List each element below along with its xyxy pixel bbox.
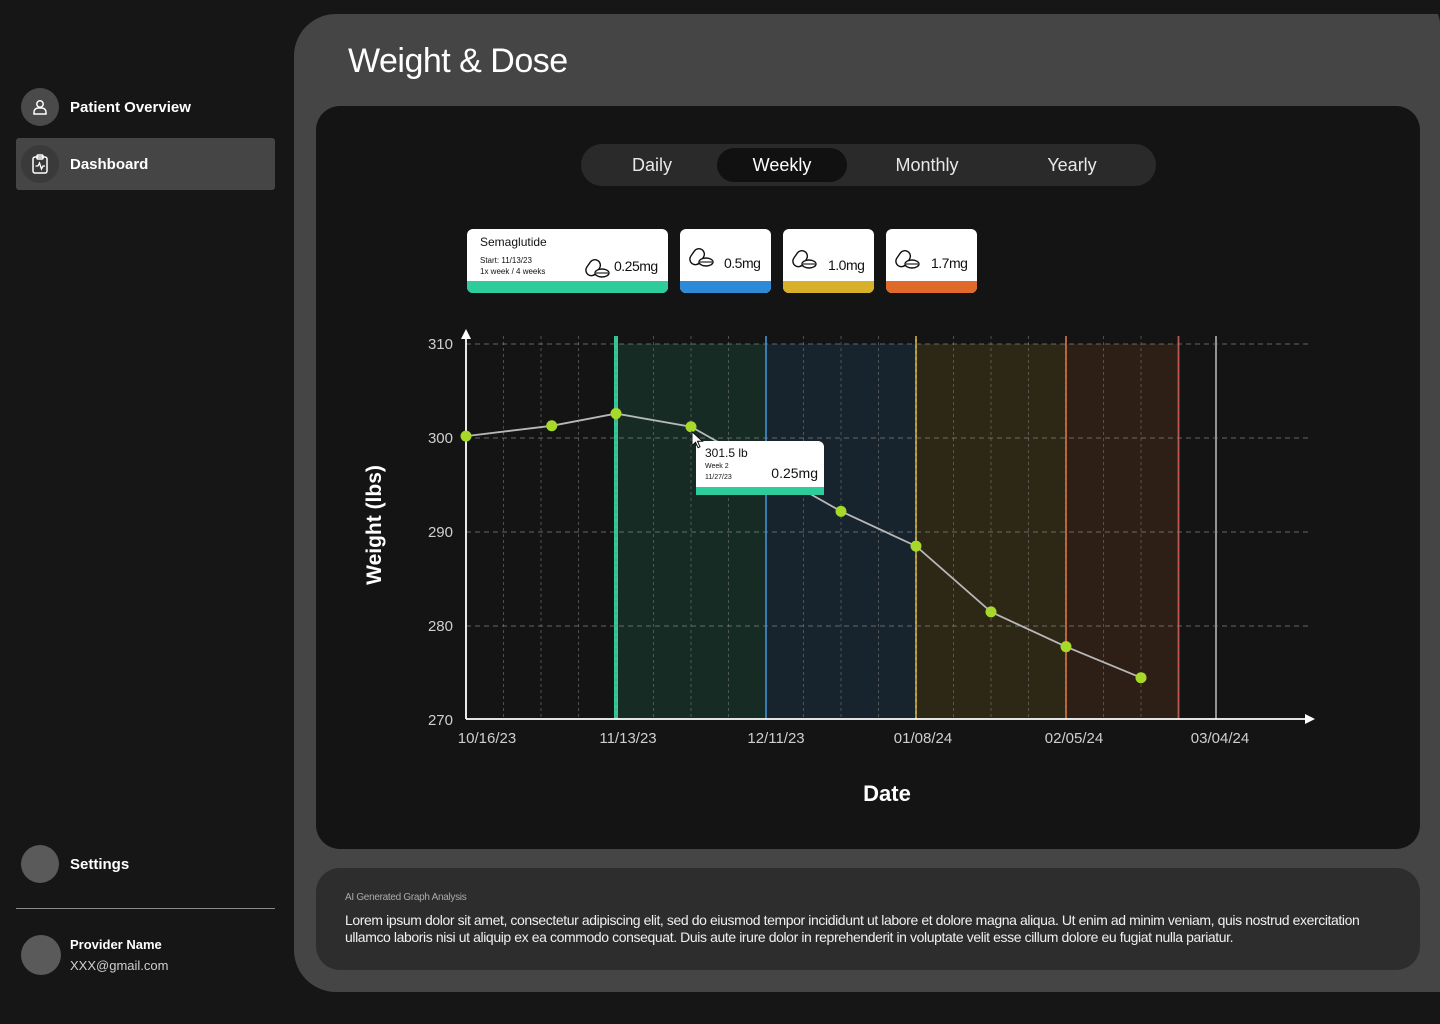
page-title: Weight & Dose	[348, 42, 568, 80]
data-tooltip: 301.5 lb Week 2 11/27/23 0.25mg	[696, 441, 824, 495]
x-axis-arrow	[1305, 714, 1315, 724]
tooltip-week: Week 2	[705, 463, 729, 470]
x-axis-label: Date	[863, 781, 911, 806]
y-tick-label: 280	[428, 618, 453, 635]
data-point	[546, 420, 558, 432]
data-point	[910, 540, 922, 552]
avatar	[21, 935, 61, 975]
data-point	[835, 505, 847, 517]
weight-chart[interactable]: 270 280 290 300 310 10/16/23 11/13/23 12/11/23 0…	[316, 106, 1420, 849]
x-tick-label: 12/11/23	[747, 730, 804, 747]
main-panel: Weight & Dose Daily Weekly Monthly Yearl…	[294, 14, 1440, 992]
clipboard-icon	[21, 145, 59, 183]
provider-name: Provider Name	[70, 937, 162, 952]
tooltip-weight: 301.5 lb	[705, 446, 748, 460]
tooltip-dose: 0.25mg	[771, 465, 818, 481]
analysis-label: AI Generated Graph Analysis	[345, 892, 467, 903]
sidebar: Patient Overview Dashboard Settings Prov…	[0, 0, 294, 1024]
analysis-panel: AI Generated Graph Analysis Lorem ipsum …	[316, 868, 1420, 970]
data-point	[610, 408, 622, 420]
provider-profile[interactable]: Provider Name XXX@gmail.com	[21, 935, 168, 975]
y-axis-arrow	[461, 329, 471, 339]
data-point	[1060, 641, 1072, 653]
x-tick-label: 01/08/24	[894, 730, 952, 747]
y-axis-label: Weight (lbs)	[363, 465, 386, 585]
sidebar-item-label: Patient Overview	[70, 98, 191, 116]
x-tick-label: 11/13/23	[599, 730, 656, 747]
y-tick-label: 290	[428, 524, 453, 541]
y-tick-label: 310	[428, 336, 453, 353]
app-window: Patient Overview Dashboard Settings Prov…	[0, 0, 1440, 1024]
data-point	[1135, 672, 1147, 684]
sidebar-item-label: Dashboard	[70, 155, 149, 173]
sidebar-item-dashboard[interactable]: Dashboard	[16, 138, 275, 190]
provider-email: XXX@gmail.com	[70, 958, 169, 973]
data-point	[685, 421, 697, 433]
y-tick-label: 300	[428, 430, 453, 447]
data-point	[985, 606, 997, 618]
x-tick-label: 02/05/24	[1045, 730, 1103, 747]
tooltip-date: 11/27/23	[705, 474, 732, 481]
data-point	[460, 430, 472, 442]
sidebar-item-settings[interactable]: Settings	[16, 838, 275, 890]
x-tick-label: 03/04/24	[1191, 730, 1249, 747]
chart-card: Daily Weekly Monthly Yearly Semaglutide …	[316, 106, 1420, 849]
x-tick-label: 10/16/23	[458, 730, 516, 747]
analysis-text: Lorem ipsum dolor sit amet, consectetur …	[345, 912, 1360, 945]
y-tick-label: 270	[428, 712, 453, 729]
sidebar-item-patient-overview[interactable]: Patient Overview	[16, 81, 275, 133]
sidebar-divider	[16, 908, 275, 909]
person-icon	[21, 88, 59, 126]
tooltip-box-fill	[696, 481, 824, 487]
settings-icon	[21, 845, 59, 883]
sidebar-item-label: Settings	[70, 855, 130, 873]
